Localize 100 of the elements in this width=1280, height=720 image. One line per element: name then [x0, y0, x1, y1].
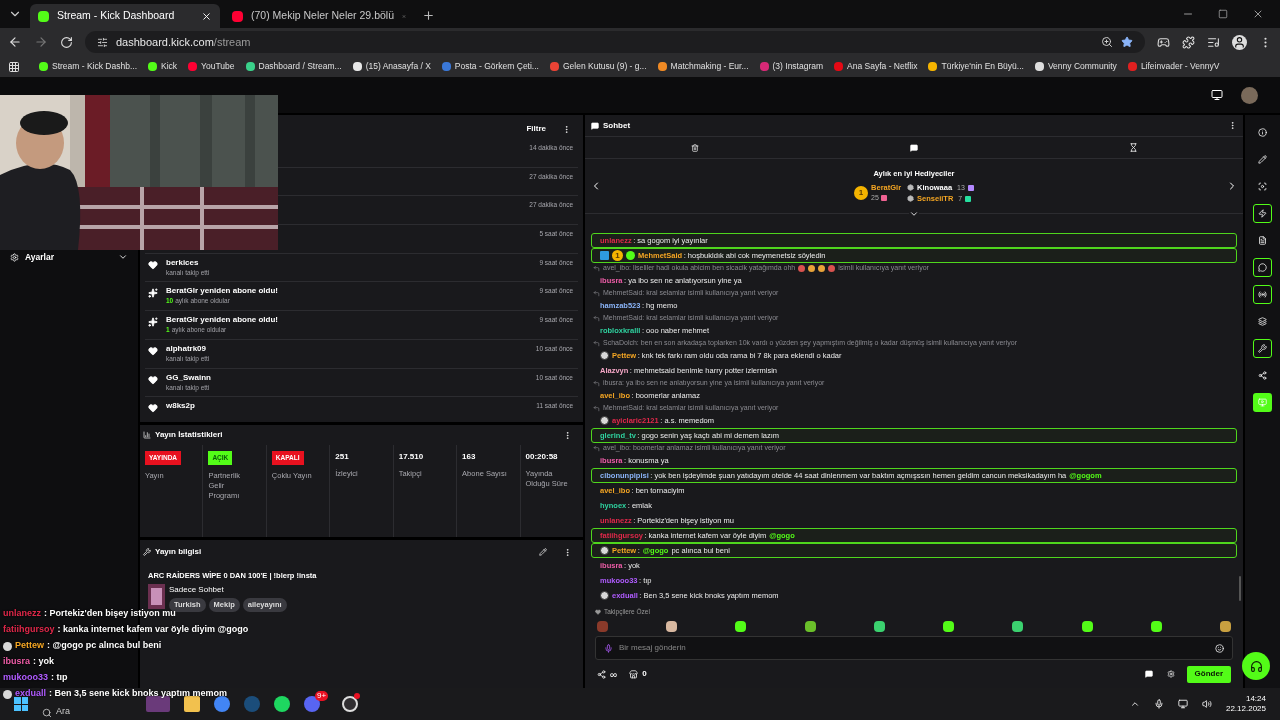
volume-icon[interactable]	[1201, 699, 1212, 709]
clock[interactable]: 14:24 22.12.2025	[1225, 694, 1266, 714]
back-icon[interactable]	[8, 35, 22, 49]
overlay-message: : tıp	[51, 671, 68, 685]
emote-icon[interactable]	[735, 620, 747, 632]
bookmark[interactable]: YouTube	[188, 60, 235, 73]
forward-icon[interactable]	[34, 35, 48, 49]
heart-icon	[148, 345, 158, 356]
address-bar[interactable]: dashboard.kick.com/stream	[85, 31, 1145, 53]
maximize-icon[interactable]	[1218, 9, 1228, 19]
settings-menu-item[interactable]: Ayarlar	[10, 251, 128, 264]
overlay-username: unlanezz	[3, 607, 41, 621]
user-avatar[interactable]	[1241, 86, 1258, 104]
settings-icon[interactable]	[1166, 670, 1175, 678]
reply-icon	[593, 264, 600, 272]
bookmark[interactable]: Stream - Kick Dashb...	[39, 60, 138, 73]
panel-title: Sohbet	[603, 119, 632, 132]
browser-tab[interactable]: Stream - Kick Dashboard	[30, 4, 220, 28]
network-icon[interactable]	[1177, 699, 1188, 709]
activity-title: w8ks2p	[166, 401, 196, 412]
bookmark[interactable]: Türkiye'nin En Büyü...	[928, 60, 1024, 73]
activity-title: GG_Swainn	[166, 372, 212, 383]
points-icon	[597, 669, 606, 679]
bookmark[interactable]: (15) Anasayfa / X	[352, 60, 431, 73]
tab-title: (70) Mekip Neler Neler 29.bölü	[251, 8, 394, 24]
bookmark[interactable]: Matchmaking - Eur...	[657, 60, 749, 73]
taskbar-search[interactable]: Ara	[42, 704, 132, 720]
overlay-username: exduall	[15, 687, 46, 701]
reload-icon[interactable]	[60, 35, 73, 49]
bookmark[interactable]: Posta - Görkem Çeti...	[441, 60, 539, 73]
close-window-icon[interactable]	[1252, 8, 1264, 20]
emote-icon[interactable]	[1219, 620, 1231, 632]
reply-icon	[593, 289, 600, 297]
bookmark[interactable]: Ana Sayfa - Netflix	[834, 60, 918, 73]
more-icon[interactable]	[563, 547, 572, 557]
bookmark[interactable]: Venny Community	[1034, 60, 1117, 73]
bookmark[interactable]: Gelen Kutusu (9) - g...	[549, 60, 647, 73]
category-cover	[148, 584, 165, 610]
heart-icon	[148, 259, 158, 270]
media-icon[interactable]	[1207, 35, 1220, 49]
headset-icon	[1249, 659, 1263, 673]
reply-icon	[593, 379, 600, 387]
close-icon[interactable]	[201, 10, 212, 22]
emote-icon[interactable]	[873, 620, 885, 632]
profile-icon[interactable]	[1232, 34, 1247, 50]
rank-icon	[907, 195, 915, 203]
sparkle-icon	[148, 317, 158, 328]
chat-icon[interactable]	[1253, 258, 1272, 277]
bookmark[interactable]: Dashboard / Stream...	[245, 60, 342, 73]
send-button[interactable]: Gönder	[1186, 665, 1231, 683]
stat-value: 17.510	[398, 451, 425, 463]
emote-icon[interactable]	[1081, 620, 1093, 632]
overlay-message: : Ben 3,5 sene kick bnoks yaptım memom	[49, 687, 228, 701]
stat-value: 251	[335, 451, 350, 463]
zoom-icon[interactable]	[1101, 36, 1113, 48]
emote-icon[interactable]	[1012, 620, 1024, 632]
emoji-icon[interactable]	[1215, 643, 1224, 653]
bookmark[interactable]: Lifeinvader - VennyV	[1127, 60, 1220, 73]
overlay-username: fatiihgursoy	[3, 623, 55, 637]
wrench-icon[interactable]	[1253, 339, 1272, 358]
emote-icon[interactable]	[1150, 620, 1162, 632]
filter-button[interactable]: Filtre	[526, 123, 546, 135]
reply-icon	[593, 444, 600, 452]
panel-title: Yayın bilgisi	[155, 546, 203, 558]
more-icon[interactable]	[562, 124, 571, 134]
apps-icon[interactable]	[8, 60, 20, 73]
bookmark[interactable]: Kick	[148, 60, 178, 73]
edit-icon[interactable]	[539, 548, 547, 556]
emote-icon[interactable]	[804, 620, 816, 632]
new-tab-icon[interactable]	[422, 9, 435, 22]
rank-badge: 1	[854, 186, 869, 201]
chat-settings-icon[interactable]	[1144, 670, 1153, 678]
store-icon[interactable]	[629, 669, 639, 679]
panel-title: Yayın İstatistikleri	[155, 429, 224, 441]
activity-title: berkices	[166, 257, 200, 268]
category-name[interactable]: Sadece Sohbet	[169, 584, 287, 597]
emote-icon[interactable]	[943, 620, 955, 632]
tray-icon[interactable]	[1129, 699, 1140, 709]
bookmark-star-icon[interactable]	[1121, 36, 1133, 48]
browser-tab[interactable]: (70) Mekip Neler Neler 29.bölü	[224, 4, 414, 28]
gifter-badge: 1	[612, 250, 623, 261]
bookmark[interactable]: (3) Instagram	[759, 60, 824, 73]
overlay-username: mukooo33	[3, 671, 48, 685]
microphone-icon[interactable]	[1153, 699, 1164, 709]
lightning-icon[interactable]	[1253, 204, 1272, 223]
more-icon[interactable]	[1228, 121, 1237, 130]
app-icon[interactable]	[1253, 393, 1272, 412]
extension-icon[interactable]	[1157, 35, 1170, 49]
trash-icon[interactable]	[690, 143, 699, 152]
stream-preview-icon[interactable]	[1211, 89, 1223, 101]
message-field[interactable]: Bir mesaj gönderin	[619, 642, 1209, 654]
emote-icon[interactable]	[666, 620, 678, 632]
message-input[interactable]: Bir mesaj gönderin	[595, 636, 1233, 660]
start-icon[interactable]	[14, 697, 28, 711]
more-icon[interactable]	[563, 430, 572, 440]
extensions-icon[interactable]	[1182, 35, 1195, 49]
broadcast-icon[interactable]	[1253, 285, 1272, 304]
site-info-icon[interactable]	[97, 36, 108, 48]
recorder-icon[interactable]	[342, 696, 359, 712]
hourglass-icon[interactable]	[1128, 143, 1138, 152]
